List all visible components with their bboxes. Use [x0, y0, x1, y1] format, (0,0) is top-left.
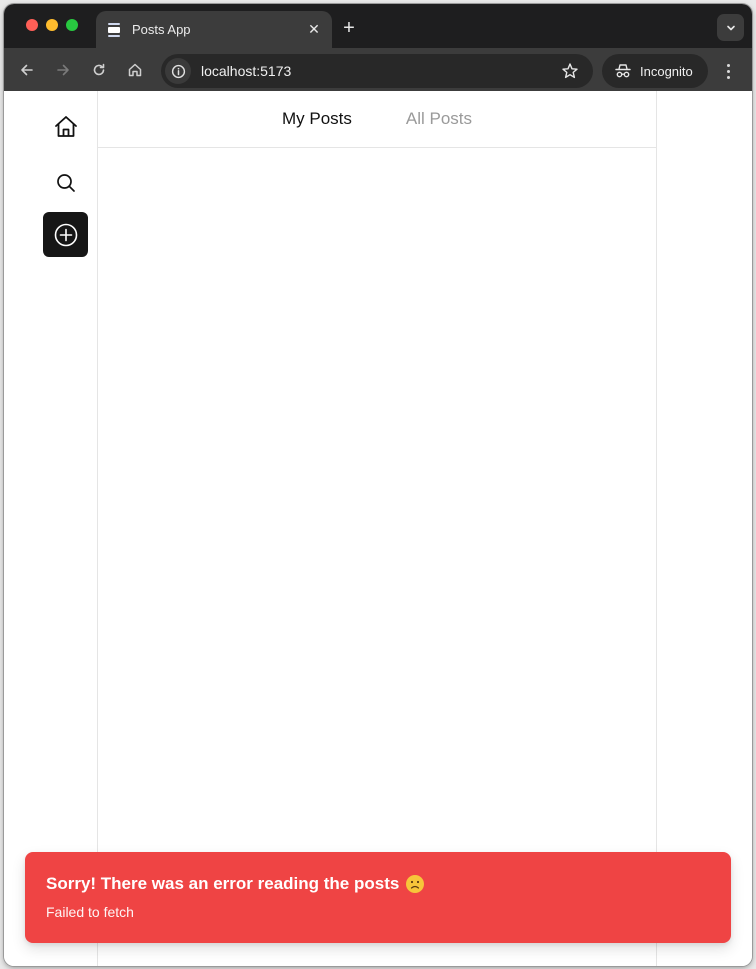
incognito-icon [615, 64, 631, 78]
sidebar-item-search[interactable] [43, 160, 88, 205]
toast-description: Failed to fetch [46, 904, 134, 920]
document-icon [108, 22, 120, 37]
minimize-window-button[interactable] [46, 19, 58, 31]
info-icon [171, 64, 185, 78]
tab-search-button[interactable] [717, 14, 744, 41]
close-window-button[interactable] [26, 19, 38, 31]
star-icon [562, 63, 578, 79]
browser-menu-button[interactable] [718, 58, 738, 84]
menu-dot [726, 75, 730, 79]
tab-my-posts[interactable]: My Posts [282, 109, 352, 129]
toast-title-row: Sorry! There was an error reading the po… [46, 874, 710, 894]
search-icon [56, 173, 75, 192]
browser-window: Posts App ✕ + localhost:5173 Incognito M… [4, 4, 752, 966]
menu-dot [726, 69, 730, 73]
site-info-button[interactable] [165, 58, 191, 84]
forward-button[interactable] [50, 57, 76, 83]
incognito-label: Incognito [640, 63, 693, 79]
tab-strip: Posts App ✕ + [4, 4, 752, 48]
frowning-face-icon [406, 875, 425, 893]
new-tab-button[interactable]: + [338, 17, 360, 39]
reload-icon [93, 63, 105, 76]
browser-toolbar: localhost:5173 Incognito [4, 48, 752, 91]
error-toast[interactable]: Sorry! There was an error reading the po… [25, 852, 731, 943]
chevron-down-icon [726, 25, 735, 30]
posts-tabs: My Posts All Posts [98, 91, 656, 148]
sidebar-item-create[interactable] [43, 212, 88, 257]
tab-title: Posts App [132, 22, 191, 37]
forward-arrow-icon [57, 64, 69, 76]
home-icon [128, 63, 142, 77]
reload-button[interactable] [86, 57, 112, 83]
app-page: My Posts All Posts Sorry! There was an e… [4, 91, 752, 966]
back-arrow-icon [21, 64, 33, 76]
back-button[interactable] [14, 57, 40, 83]
home-icon [54, 115, 77, 137]
home-button[interactable] [122, 57, 148, 83]
tab-all-posts[interactable]: All Posts [406, 109, 472, 129]
maximize-window-button[interactable] [66, 19, 78, 31]
browser-tab[interactable]: Posts App ✕ [96, 11, 332, 48]
sidebar [4, 91, 98, 966]
close-tab-icon[interactable]: ✕ [304, 20, 324, 40]
menu-dot [726, 63, 730, 67]
address-bar[interactable]: localhost:5173 [161, 54, 593, 88]
bookmark-button[interactable] [557, 58, 583, 84]
main-content: My Posts All Posts [98, 91, 657, 966]
incognito-profile-button[interactable]: Incognito [602, 54, 708, 88]
plus-circle-icon [54, 223, 77, 246]
toast-title: Sorry! There was an error reading the po… [46, 874, 400, 893]
sidebar-item-home[interactable] [43, 104, 88, 149]
url-text[interactable]: localhost:5173 [201, 63, 557, 79]
